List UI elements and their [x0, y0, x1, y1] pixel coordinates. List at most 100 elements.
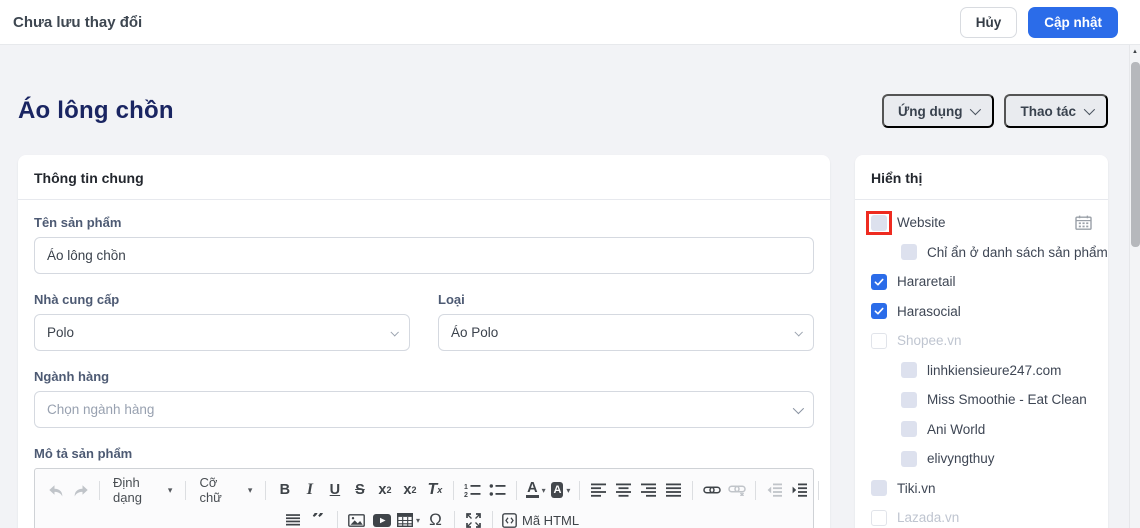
chevron-down-icon: [794, 327, 803, 337]
toolbar-separator: [337, 510, 338, 528]
chevron-down-icon: [970, 103, 982, 116]
miss-smoothie-eat-clean-checkbox[interactable]: [901, 391, 917, 408]
actions-dropdown-button[interactable]: Thao tác: [1004, 94, 1108, 128]
channel-row-tiki-vn: Tiki.vn: [855, 474, 1108, 504]
channel-row-miss-smoothie-eat-clean: Miss Smoothie - Eat Clean: [855, 385, 1108, 415]
vertical-scrollbar[interactable]: ▲: [1129, 45, 1140, 528]
tiki-vn-checkbox[interactable]: [871, 480, 887, 497]
type-select-value: Áo Polo: [451, 325, 499, 340]
channel-row-chi-an-o-danh-sach-san-pham: Chỉ ẩn ở danh sách sản phẩm: [855, 238, 1108, 268]
scrollbar-thumb[interactable]: [1131, 62, 1140, 247]
update-button[interactable]: Cập nhật: [1028, 6, 1118, 38]
elivyngthuy-checkbox[interactable]: [901, 450, 917, 467]
channel-label: Harasocial: [897, 303, 961, 319]
cancel-button[interactable]: Hủy: [959, 6, 1018, 38]
fullscreen-icon[interactable]: [461, 507, 486, 528]
channel-row-hararetail: Hararetail: [855, 267, 1108, 297]
editor-toolbar-row-1: Định dạng ▾ Cỡ chữ ▾ B I U S x 2 x 2 T x…: [43, 475, 820, 505]
align-left-icon[interactable]: [586, 477, 611, 503]
undo-icon[interactable]: [43, 477, 68, 503]
italic-icon[interactable]: I: [297, 477, 322, 503]
remove-format-sub: x: [437, 485, 443, 495]
superscript-icon[interactable]: x2: [397, 477, 422, 503]
checkbox-wrap: [871, 480, 887, 497]
harasocial-checkbox[interactable]: [871, 303, 887, 320]
channel-row-website: Website: [855, 208, 1108, 238]
page-head-actions: Ứng dụng Thao tác: [882, 94, 1108, 128]
website-checkbox[interactable]: [871, 214, 887, 231]
toolbar-separator: [818, 480, 820, 500]
checkbox-wrap: [901, 421, 917, 438]
channel-label: Tiki.vn: [897, 480, 936, 496]
product-name-input[interactable]: [34, 237, 814, 274]
channel-label: elivyngthuy: [927, 451, 995, 467]
checkbox-wrap: [901, 450, 917, 467]
scrollbar-up-arrow-icon[interactable]: ▲: [1130, 45, 1140, 58]
fontsize-dropdown-label: Cỡ chữ: [199, 475, 222, 505]
strikethrough-icon[interactable]: S: [347, 477, 372, 503]
linhkiensieure247-com-checkbox[interactable]: [901, 362, 917, 379]
text-color-icon[interactable]: A ▾: [523, 477, 548, 503]
toolbar-separator: [492, 510, 494, 528]
bold-icon[interactable]: B: [272, 477, 297, 503]
line-height-icon[interactable]: [281, 507, 306, 528]
unlink-icon[interactable]: [724, 477, 749, 503]
vendor-select-value: Polo: [47, 325, 75, 340]
apps-dropdown-label: Ứng dụng: [898, 103, 963, 119]
toolbar-separator: [579, 480, 581, 500]
shopee-vn-checkbox[interactable]: [871, 332, 887, 349]
vendor-select[interactable]: Polo: [34, 314, 410, 351]
svg-text:2: 2: [464, 492, 468, 497]
html-source-label: Mã HTML: [522, 512, 580, 528]
checkbox-wrap: [866, 210, 892, 235]
caret-down-icon: ▾: [416, 515, 421, 525]
align-right-icon[interactable]: [636, 477, 661, 503]
outdent-icon[interactable]: [762, 477, 787, 503]
redo-icon[interactable]: [68, 477, 93, 503]
remove-format-icon[interactable]: Tx: [422, 477, 447, 503]
page-head: Áo lông chồn Ứng dụng Thao tác: [18, 94, 1108, 128]
category-label: Ngành hàng: [34, 369, 110, 384]
background-color-glyph: A: [551, 482, 564, 498]
ordered-list-icon[interactable]: 12: [460, 477, 485, 503]
text-color-glyph: A: [526, 480, 539, 498]
checkbox-wrap: [901, 391, 917, 408]
toolbar-separator: [516, 480, 518, 500]
chevron-down-icon: [390, 327, 399, 337]
indent-icon[interactable]: [787, 477, 812, 503]
type-select[interactable]: Áo Polo: [438, 314, 814, 351]
hararetail-checkbox[interactable]: [871, 273, 887, 290]
blockquote-icon[interactable]: ”: [306, 513, 331, 527]
general-info-card: Thông tin chung Tên sản phẩm Nhà cung cấ…: [18, 155, 830, 528]
background-color-icon[interactable]: A ▾: [548, 477, 573, 503]
fontsize-dropdown[interactable]: Cỡ chữ ▾: [192, 475, 259, 505]
toolbar-separator: [454, 510, 456, 528]
justify-icon[interactable]: [661, 477, 686, 503]
caret-down-icon: ▾: [566, 485, 571, 495]
checkbox-wrap: [871, 273, 887, 290]
chi-an-o-danh-sach-san-pham-checkbox[interactable]: [901, 244, 917, 261]
format-dropdown[interactable]: Định dạng ▾: [106, 475, 179, 505]
underline-icon[interactable]: U: [322, 477, 347, 503]
youtube-icon[interactable]: [369, 507, 394, 528]
lazada-vn-checkbox[interactable]: [871, 509, 887, 526]
calendar-schedule-icon[interactable]: [1075, 215, 1092, 231]
page-title: Áo lông chồn: [18, 97, 174, 124]
special-char-icon[interactable]: Ω: [423, 507, 448, 528]
toolbar-separator: [453, 480, 455, 500]
category-select[interactable]: Chọn ngành hàng: [34, 391, 814, 428]
general-card-title: Thông tin chung: [18, 155, 830, 200]
apps-dropdown-button[interactable]: Ứng dụng: [882, 94, 995, 128]
table-icon[interactable]: ▾: [394, 507, 423, 528]
image-icon[interactable]: [344, 507, 369, 528]
channel-label: Miss Smoothie - Eat Clean: [927, 392, 1087, 408]
bullet-list-icon[interactable]: [485, 477, 510, 503]
subscript-icon[interactable]: x2: [372, 477, 397, 503]
channel-label: Hararetail: [897, 274, 956, 290]
html-source-button[interactable]: Mã HTML: [499, 507, 582, 528]
link-icon[interactable]: [699, 477, 724, 503]
toolbar-separator: [755, 480, 757, 500]
align-center-icon[interactable]: [611, 477, 636, 503]
ani-world-checkbox[interactable]: [901, 421, 917, 438]
chevron-down-icon: [1083, 103, 1096, 116]
